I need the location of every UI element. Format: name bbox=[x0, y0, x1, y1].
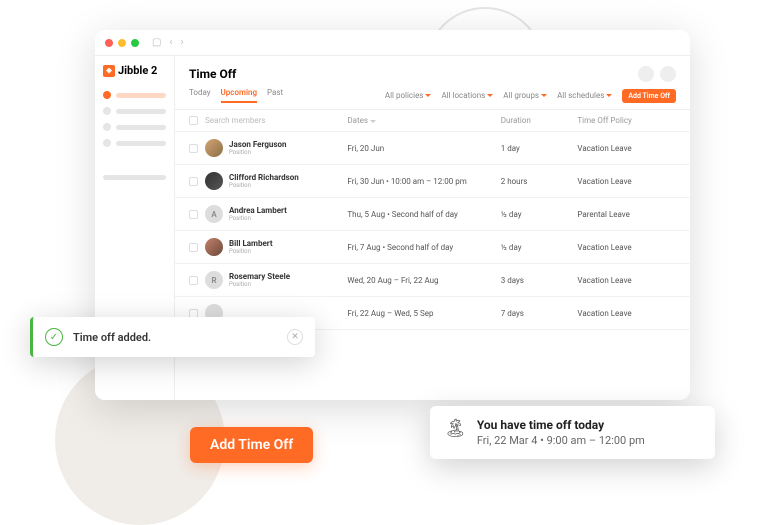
toast-close-button[interactable]: ✕ bbox=[287, 329, 303, 345]
toast-message: Time off added. bbox=[73, 331, 277, 344]
cell-dates: Fri, 22 Aug – Wed, 5 Sep bbox=[347, 309, 500, 318]
member-role: Position bbox=[229, 215, 287, 222]
member-name: Bill Lambert bbox=[229, 239, 273, 248]
member-role: Position bbox=[229, 281, 290, 288]
toast-notification: ✓ Time off added. ✕ bbox=[30, 317, 315, 357]
sidebar-item[interactable] bbox=[103, 91, 166, 99]
member-name: Andrea Lambert bbox=[229, 206, 287, 215]
member-role: Position bbox=[229, 182, 299, 189]
avatar: A bbox=[205, 205, 223, 223]
avatar: R bbox=[205, 271, 223, 289]
success-check-icon: ✓ bbox=[45, 328, 63, 346]
window-minimize-icon[interactable] bbox=[118, 39, 126, 47]
sort-icon bbox=[370, 120, 376, 123]
member-name: Jason Ferguson bbox=[229, 140, 287, 149]
table-row[interactable]: R Rosemary SteelePosition Wed, 20 Aug – F… bbox=[175, 264, 690, 297]
table-row[interactable]: Bill LambertPosition Fri, 7 Aug • Second… bbox=[175, 231, 690, 264]
cell-duration: 2 hours bbox=[501, 177, 578, 186]
nav-back-icon[interactable]: ‹ bbox=[169, 37, 172, 48]
column-header-duration[interactable]: Duration bbox=[501, 116, 578, 125]
column-header-dates[interactable]: Dates bbox=[347, 116, 500, 125]
search-members-input[interactable]: Search members bbox=[205, 116, 347, 125]
table-row[interactable]: Jason FergusonPosition Fri, 20 Jun 1 day… bbox=[175, 132, 690, 165]
tab-upcoming[interactable]: Upcoming bbox=[221, 88, 258, 103]
cell-dates: Wed, 20 Aug – Fri, 22 Aug bbox=[347, 276, 500, 285]
chevron-down-icon bbox=[606, 94, 612, 97]
header-action[interactable] bbox=[638, 66, 654, 82]
titlebar: ▢ ‹ › bbox=[95, 30, 690, 56]
sidebar-toggle-icon[interactable]: ▢ bbox=[152, 37, 161, 48]
logo[interactable]: Jibble 2 bbox=[103, 64, 166, 77]
row-checkbox[interactable] bbox=[189, 243, 198, 252]
cell-policy: Vacation Leave bbox=[577, 177, 676, 186]
row-checkbox[interactable] bbox=[189, 276, 198, 285]
table-row[interactable]: Clifford RichardsonPosition Fri, 30 Jun … bbox=[175, 165, 690, 198]
sidebar-item[interactable] bbox=[103, 107, 166, 115]
chevron-down-icon bbox=[425, 94, 431, 97]
sidebar-item[interactable] bbox=[103, 175, 166, 180]
add-time-off-button[interactable]: Add Time Off bbox=[622, 89, 676, 103]
notification-title: You have time off today bbox=[477, 418, 645, 432]
cell-dates: Fri, 30 Jun • 10:00 am – 12:00 pm bbox=[347, 177, 500, 186]
header-action[interactable] bbox=[660, 66, 676, 82]
row-checkbox[interactable] bbox=[189, 177, 198, 186]
cell-policy: Vacation Leave bbox=[577, 243, 676, 252]
chevron-down-icon bbox=[541, 94, 547, 97]
cell-dates: Fri, 20 Jun bbox=[347, 144, 500, 153]
member-name: Clifford Richardson bbox=[229, 173, 299, 182]
filter-locations[interactable]: All locations bbox=[441, 91, 493, 100]
column-header-policy[interactable]: Time Off Policy bbox=[577, 116, 676, 125]
tab-past[interactable]: Past bbox=[267, 88, 283, 103]
cell-duration: ½ day bbox=[501, 210, 578, 219]
cell-duration: 7 days bbox=[501, 309, 578, 318]
cell-policy: Vacation Leave bbox=[577, 144, 676, 153]
cell-dates: Thu, 5 Aug • Second half of day bbox=[347, 210, 500, 219]
cell-policy: Vacation Leave bbox=[577, 309, 676, 318]
brand-name: Jibble 2 bbox=[118, 64, 157, 77]
palm-tree-icon: 🏝 bbox=[444, 418, 467, 447]
table-row[interactable]: A Andrea LambertPosition Thu, 5 Aug • Sec… bbox=[175, 198, 690, 231]
time-off-today-notification[interactable]: 🏝 You have time off today Fri, 22 Mar 4 … bbox=[430, 406, 715, 459]
logo-icon bbox=[103, 65, 115, 77]
filter-groups[interactable]: All groups bbox=[503, 91, 547, 100]
member-role: Position bbox=[229, 149, 287, 156]
chevron-down-icon bbox=[487, 94, 493, 97]
avatar bbox=[205, 238, 223, 256]
window-close-icon[interactable] bbox=[105, 39, 113, 47]
row-checkbox[interactable] bbox=[189, 144, 198, 153]
window-maximize-icon[interactable] bbox=[131, 39, 139, 47]
row-checkbox[interactable] bbox=[189, 210, 198, 219]
cta-add-time-off-button[interactable]: Add Time Off bbox=[190, 427, 313, 463]
sidebar-item[interactable] bbox=[103, 139, 166, 147]
tab-today[interactable]: Today bbox=[189, 88, 211, 103]
select-all-checkbox[interactable] bbox=[189, 116, 198, 125]
member-name: Rosemary Steele bbox=[229, 272, 290, 281]
cell-duration: 3 days bbox=[501, 276, 578, 285]
nav-forward-icon[interactable]: › bbox=[180, 37, 183, 48]
cell-duration: ½ day bbox=[501, 243, 578, 252]
member-role: Position bbox=[229, 248, 273, 255]
filter-schedules[interactable]: All schedules bbox=[557, 91, 612, 100]
sidebar-item[interactable] bbox=[103, 123, 166, 131]
notification-subtitle: Fri, 22 Mar 4 • 9:00 am – 12:00 pm bbox=[477, 434, 645, 447]
cell-dates: Fri, 7 Aug • Second half of day bbox=[347, 243, 500, 252]
page-title: Time Off bbox=[189, 67, 236, 81]
cell-policy: Parental Leave bbox=[577, 210, 676, 219]
avatar bbox=[205, 139, 223, 157]
cell-policy: Vacation Leave bbox=[577, 276, 676, 285]
cell-duration: 1 day bbox=[501, 144, 578, 153]
avatar bbox=[205, 172, 223, 190]
filter-policies[interactable]: All policies bbox=[385, 91, 432, 100]
